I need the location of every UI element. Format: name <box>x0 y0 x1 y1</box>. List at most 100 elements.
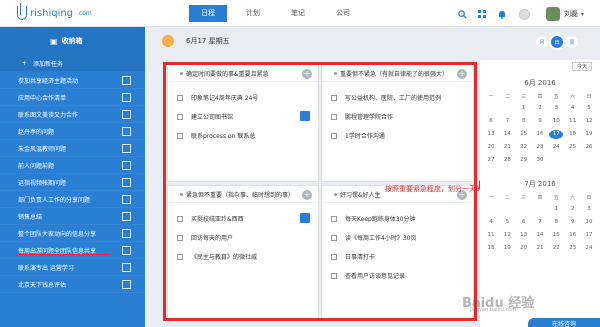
calendar-day[interactable]: 22 <box>549 244 563 253</box>
checkbox-icon[interactable] <box>122 280 131 289</box>
calendar-day[interactable]: 2 <box>533 104 547 113</box>
calendar-day[interactable]: 18 <box>484 244 498 253</box>
calendar-day[interactable]: 7 <box>500 117 514 126</box>
calendar-day[interactable]: 24 <box>582 244 596 253</box>
chevron-down-icon[interactable]: ▾ <box>581 11 584 18</box>
checkbox-icon[interactable] <box>122 76 131 85</box>
inbox-item[interactable]: 联系演专出 运营学习 <box>0 259 145 276</box>
inbox-item[interactable]: 赵丹亭的问题 <box>0 123 145 140</box>
calendar-day[interactable]: 19 <box>500 244 514 253</box>
today-button[interactable]: 今天 <box>571 61 592 71</box>
calendar-day[interactable]: 27 <box>484 156 498 165</box>
inbox-item[interactable]: 北京天下钱总评估 <box>0 276 145 293</box>
calendar-day[interactable]: 13 <box>517 231 531 240</box>
bell-icon[interactable] <box>495 7 509 21</box>
user-name[interactable]: 刘磊 <box>564 9 578 19</box>
logo[interactable]: rishiqing .com <box>17 3 92 20</box>
calendar-day[interactable]: 20 <box>484 143 498 152</box>
inbox-item[interactable]: 参加共享经济主题活动 <box>0 72 145 89</box>
calendar-day[interactable]: 8 <box>517 117 531 126</box>
calendar-day[interactable]: 3 <box>549 104 563 113</box>
calendar-day[interactable]: 19 <box>582 130 596 139</box>
tab-notes[interactable]: 笔记 <box>279 5 317 22</box>
calendar-day[interactable]: 16 <box>566 231 580 240</box>
calendar-day[interactable]: 7 <box>533 218 547 227</box>
calendar-day[interactable]: 23 <box>533 143 547 152</box>
checkbox-icon[interactable] <box>122 178 131 187</box>
weekday-label: 一 <box>488 195 494 201</box>
calendar-day[interactable]: 23 <box>566 244 580 253</box>
calendar-day[interactable]: 18 <box>566 130 580 139</box>
calendar-day[interactable]: 26 <box>582 143 596 152</box>
inbox-item[interactable]: 应用中心合作清单 <box>0 89 145 106</box>
calendar-day[interactable]: 6 <box>517 218 531 227</box>
view-day-button[interactable]: 日 <box>551 36 563 48</box>
calendar-day[interactable]: 21 <box>500 143 514 152</box>
calendar-day[interactable]: 28 <box>500 156 514 165</box>
calendar-day[interactable]: 21 <box>533 244 547 253</box>
calendar-day[interactable]: 6 <box>484 117 498 126</box>
inbox-item[interactable]: 部门负责人工作的分享问题 <box>0 191 145 208</box>
search-icon[interactable] <box>455 7 469 21</box>
calendar-day[interactable]: 3 <box>582 205 596 214</box>
checkbox-icon[interactable] <box>122 246 131 255</box>
calendar-day[interactable]: 17 <box>582 231 596 240</box>
checkbox-icon[interactable] <box>122 161 131 170</box>
calendar-day[interactable]: 14 <box>533 231 547 240</box>
calendar-day[interactable]: 4 <box>484 218 498 227</box>
calendar-day[interactable]: 10 <box>549 117 563 126</box>
calendar-day[interactable]: 24 <box>549 143 563 152</box>
tab-schedule[interactable]: 日程 <box>189 5 227 22</box>
checkbox-icon[interactable] <box>122 93 131 102</box>
calendar-day[interactable]: 30 <box>533 156 547 165</box>
calendar-day[interactable]: 14 <box>500 130 514 139</box>
view-week-button[interactable]: 周 <box>566 36 578 48</box>
calendar-day[interactable]: 5 <box>582 104 596 113</box>
checkbox-icon[interactable] <box>122 263 131 272</box>
calendar-day[interactable]: 11 <box>484 231 498 240</box>
add-task-button[interactable]: + 添加新任务 <box>0 55 145 72</box>
calendar-day[interactable]: 2 <box>566 205 580 214</box>
calendar-day[interactable]: 12 <box>500 231 514 240</box>
grid-icon[interactable] <box>475 7 489 21</box>
inbox-item[interactable]: 朱金风温教师问题 <box>0 140 145 157</box>
calendar-day[interactable]: 10 <box>582 218 596 227</box>
calendar-day[interactable]: 25 <box>566 143 580 152</box>
checkbox-icon[interactable] <box>122 229 131 238</box>
calendar-day[interactable]: 5 <box>500 218 514 227</box>
checkbox-icon[interactable] <box>122 127 131 136</box>
calendar-day[interactable]: 13 <box>484 130 498 139</box>
calendar-day[interactable]: 17 <box>549 130 564 139</box>
calendar-day[interactable]: 8 <box>549 218 563 227</box>
calendar-day[interactable]: 11 <box>566 117 580 126</box>
inbox-item[interactable]: 销售总结 <box>0 208 145 225</box>
online-help-button[interactable]: 在线咨询 <box>528 318 600 327</box>
date-bar: 6月17 星期五 <box>162 35 230 47</box>
tab-plan[interactable]: 计划 <box>234 5 272 22</box>
calendar-day[interactable]: 16 <box>533 130 547 139</box>
inbox-item[interactable]: 每周出游问题全团队信息共享 <box>0 242 145 259</box>
checkbox-icon[interactable] <box>122 195 131 204</box>
inbox-item[interactable]: 运指视频帐期问题 <box>0 174 145 191</box>
calendar-day[interactable]: 1 <box>549 205 563 214</box>
calendar-day[interactable]: 15 <box>517 130 531 139</box>
checkbox-icon[interactable] <box>122 212 131 221</box>
calendar-day[interactable]: 9 <box>533 117 547 126</box>
inbox-item[interactable]: 联系图文美读又力合作 <box>0 106 145 123</box>
calendar-day[interactable]: 22 <box>517 143 531 152</box>
inbox-item[interactable]: 整个团队大家动向的信息分享 <box>0 225 145 242</box>
calendar-day[interactable]: 15 <box>549 231 563 240</box>
calendar-day[interactable]: 12 <box>582 117 596 126</box>
inbox-item[interactable]: 前人问题前题 <box>0 157 145 174</box>
settings-icon[interactable] <box>519 8 530 20</box>
checkbox-icon[interactable] <box>122 110 131 119</box>
avatar[interactable] <box>546 7 560 21</box>
calendar-day[interactable]: 9 <box>566 218 580 227</box>
tab-company[interactable]: 公司 <box>324 5 362 22</box>
calendar-day[interactable]: 29 <box>517 156 531 165</box>
calendar-day[interactable]: 1 <box>517 104 531 113</box>
checkbox-icon[interactable] <box>122 144 131 153</box>
calendar-day[interactable]: 20 <box>517 244 531 253</box>
view-month-button[interactable]: 月 <box>536 36 548 48</box>
calendar-day[interactable]: 4 <box>566 104 580 113</box>
